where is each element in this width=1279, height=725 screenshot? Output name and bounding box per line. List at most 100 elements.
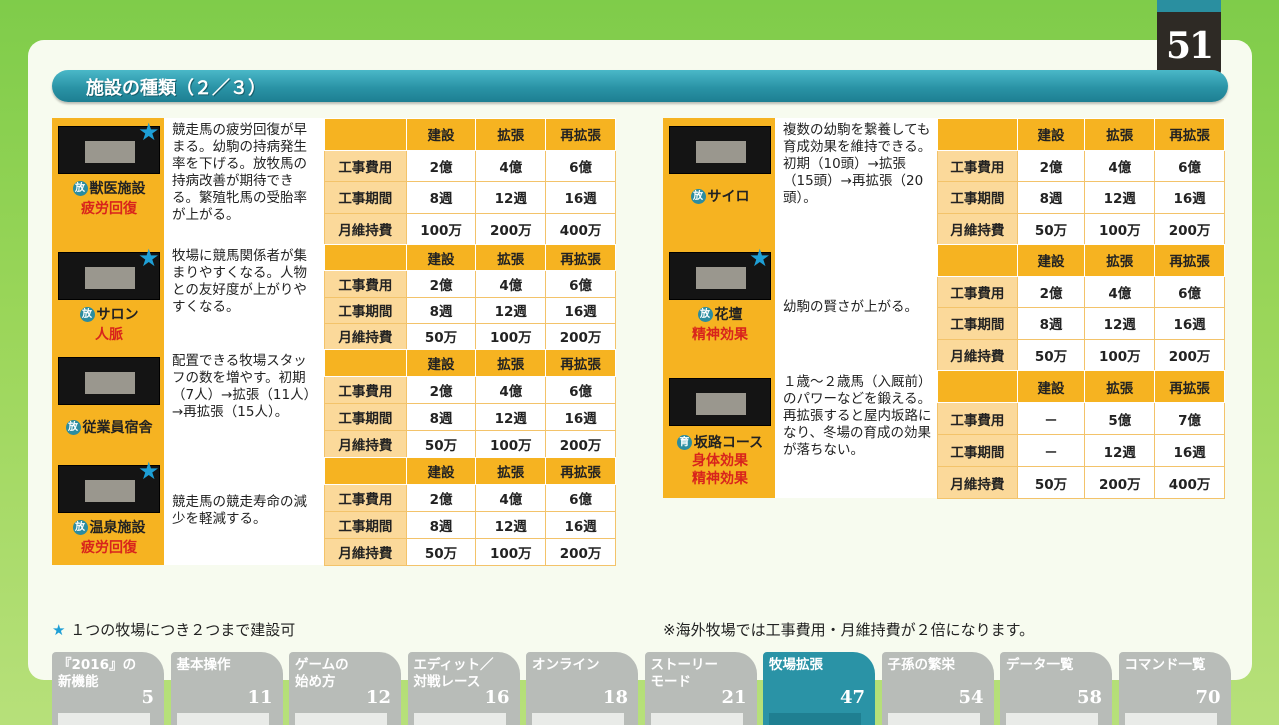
cost-value: 400万 xyxy=(545,212,616,245)
row-label: 工事費用 xyxy=(324,376,407,404)
column-header: 拡張 xyxy=(475,457,547,485)
star-icon: ★ xyxy=(52,621,66,639)
chapter-tab-label: 基本操作 xyxy=(176,657,231,673)
cost-value: 7億 xyxy=(1154,402,1225,435)
cost-value: 200万 xyxy=(545,322,616,351)
chapter-tab-label: 『2016』の 新機能 xyxy=(58,657,137,690)
cost-table-header: 建設 拡張 再拡張 xyxy=(937,244,1225,277)
column-header: 拡張 xyxy=(475,118,547,151)
cost-value: 200万 xyxy=(545,538,616,566)
facility-effect: 身体効果 xyxy=(692,453,748,469)
facility-picture-cell: 放サイロ xyxy=(663,118,777,244)
facility-thumbnail xyxy=(669,378,771,426)
row-label: 月維持費 xyxy=(937,338,1018,371)
chapter-tab[interactable]: ゲームの 始め方 12 xyxy=(289,652,401,725)
cost-row: 工事期間 8週 12週 16週 xyxy=(937,181,1225,214)
cost-value: 100万 xyxy=(1084,338,1156,371)
cost-value: 12週 xyxy=(475,296,547,324)
chapter-tab-page: 5 xyxy=(141,687,154,708)
row-label: 工事費用 xyxy=(324,149,407,182)
column-header: 拡張 xyxy=(475,243,547,272)
facility-type-badge: 放 xyxy=(65,420,81,435)
row-label: 工事費用 xyxy=(937,149,1018,182)
chapter-tab-label: オンライン xyxy=(532,657,600,673)
cost-row: 工事期間 8週 12週 16週 xyxy=(324,403,616,431)
chapter-tab[interactable]: コマンド一覧 70 xyxy=(1118,652,1231,725)
cost-value: 12週 xyxy=(1084,434,1156,467)
facility-description: 複数の幼駒を繋養しても育成効果を維持できる。初期（10頭）→拡張（15頭）→再拡… xyxy=(777,118,937,244)
building-shape xyxy=(85,372,135,394)
row-label: 工事費用 xyxy=(324,484,407,512)
star-icon: ★ xyxy=(138,244,160,272)
chapter-tab[interactable]: 基本操作 11 xyxy=(170,652,283,725)
row-label: 工事期間 xyxy=(324,403,407,431)
facility-effect: 精神効果 xyxy=(692,471,748,487)
cost-value: 4億 xyxy=(475,376,547,404)
cost-value: 8週 xyxy=(405,181,477,214)
row-label: 月維持費 xyxy=(324,212,407,245)
cost-row: 工事費用 2億 4億 6億 xyxy=(324,270,616,298)
cost-value: 12週 xyxy=(475,511,547,539)
chapter-tab[interactable]: エディット／ 対戦レース 16 xyxy=(407,652,520,725)
row-label: 工事費用 xyxy=(324,270,407,298)
facility-block: 育坂路コース 身体効果 精神効果 １歳～２歳馬（入厩前）のパワーなどを鍛える。再拡張す… xyxy=(663,370,1225,499)
facility-block: ★ 放獣医施設 疲労回復 競走馬の疲労回復が早まる。幼駒の持病発生率を下げる。放牧馬の… xyxy=(52,118,616,245)
cost-value: 8週 xyxy=(1016,307,1086,340)
column-header: 建設 xyxy=(405,349,477,377)
cost-value: 2億 xyxy=(405,376,477,404)
column-header: 建設 xyxy=(1016,118,1086,151)
cost-value: 4億 xyxy=(475,484,547,512)
facility-block: ★ 放花壇 精神効果 幼駒の賢さが上がる。 建設 拡張 再拡張 工事費用 2億 4億 6億 工事期間 8… xyxy=(663,244,1225,371)
chapter-tab-label: 牧場拡張 xyxy=(769,657,823,673)
cost-value: 200万 xyxy=(1084,466,1156,499)
building-shape xyxy=(85,141,135,163)
cost-value: 2億 xyxy=(1016,275,1086,308)
cost-value: 6億 xyxy=(545,484,616,512)
column-header: 建設 xyxy=(405,457,477,485)
row-label: 月維持費 xyxy=(937,466,1018,499)
cost-row: 工事期間 8週 12週 16週 xyxy=(324,511,616,539)
chapter-tab[interactable]: 『2016』の 新機能 5 xyxy=(52,652,164,725)
cost-value: 2億 xyxy=(405,149,477,182)
table-corner xyxy=(324,349,407,377)
column-header: 建設 xyxy=(1016,244,1086,277)
cost-value: 8週 xyxy=(405,296,477,324)
cost-value: 6億 xyxy=(545,149,616,182)
facility-picture-cell: ★ 放サロン 人脈 xyxy=(52,244,166,349)
facility-name-text: 坂路コース xyxy=(693,435,764,451)
cost-value: 2億 xyxy=(405,484,477,512)
cost-table-header: 建設 拡張 再拡張 xyxy=(937,118,1225,151)
facility-description: 幼駒の賢さが上がる。 xyxy=(777,244,937,370)
cost-value: 16週 xyxy=(1154,181,1225,214)
chapter-tab[interactable]: ストーリー モード 21 xyxy=(644,652,757,725)
cost-value: 16週 xyxy=(545,181,616,214)
chapter-tab[interactable]: 牧場拡張 47 xyxy=(763,652,875,725)
cost-value: 6億 xyxy=(545,376,616,404)
chapter-tab[interactable]: オンライン 18 xyxy=(526,652,638,725)
chapter-tab-strip xyxy=(769,713,861,725)
cost-row: 工事期間 8週 12週 16週 xyxy=(324,296,616,324)
cost-table: 建設 拡張 再拡張 工事費用 2億 4億 6億 工事期間 8週 12週 16週 月維持費 50万 100万… xyxy=(937,118,1225,245)
chapter-tab[interactable]: データ一覧 58 xyxy=(1000,652,1112,725)
cost-row: 月維持費 50万 200万 400万 xyxy=(937,466,1225,499)
cost-table: 建設 拡張 再拡張 工事費用 2億 4億 6億 工事期間 8週 12週 16週 月維持費 50万 100万… xyxy=(324,243,616,351)
cost-row: 工事費用 2億 4億 6億 xyxy=(324,484,616,512)
cost-value: 50万 xyxy=(1016,338,1086,371)
cost-value: 16週 xyxy=(1154,434,1225,467)
cost-value: 6億 xyxy=(1154,275,1225,308)
cost-value: 12週 xyxy=(1084,307,1156,340)
row-label: 月維持費 xyxy=(324,430,407,458)
row-label: 工事期間 xyxy=(937,434,1018,467)
column-header: 建設 xyxy=(1016,370,1086,403)
cost-value: 200万 xyxy=(475,212,547,245)
cost-value: 6億 xyxy=(545,270,616,298)
column-header: 拡張 xyxy=(1084,118,1156,151)
facility-description: 競走馬の疲労回復が早まる。幼駒の持病発生率を下げる。放牧馬の持病改善が期待できる… xyxy=(166,118,324,244)
facility-name: 放獣医施設 xyxy=(52,178,166,198)
column-header: 再拡張 xyxy=(1154,370,1225,403)
column-header: 再拡張 xyxy=(545,243,616,272)
cost-row: 工事費用 2億 4億 6億 xyxy=(937,275,1225,308)
cost-value: 4億 xyxy=(1084,275,1156,308)
chapter-tab[interactable]: 子孫の繁栄 54 xyxy=(881,652,994,725)
cost-table: 建設 拡張 再拡張 工事費用 2億 4億 6億 工事期間 8週 12週 16週 月維持費 100万 200… xyxy=(324,118,616,245)
